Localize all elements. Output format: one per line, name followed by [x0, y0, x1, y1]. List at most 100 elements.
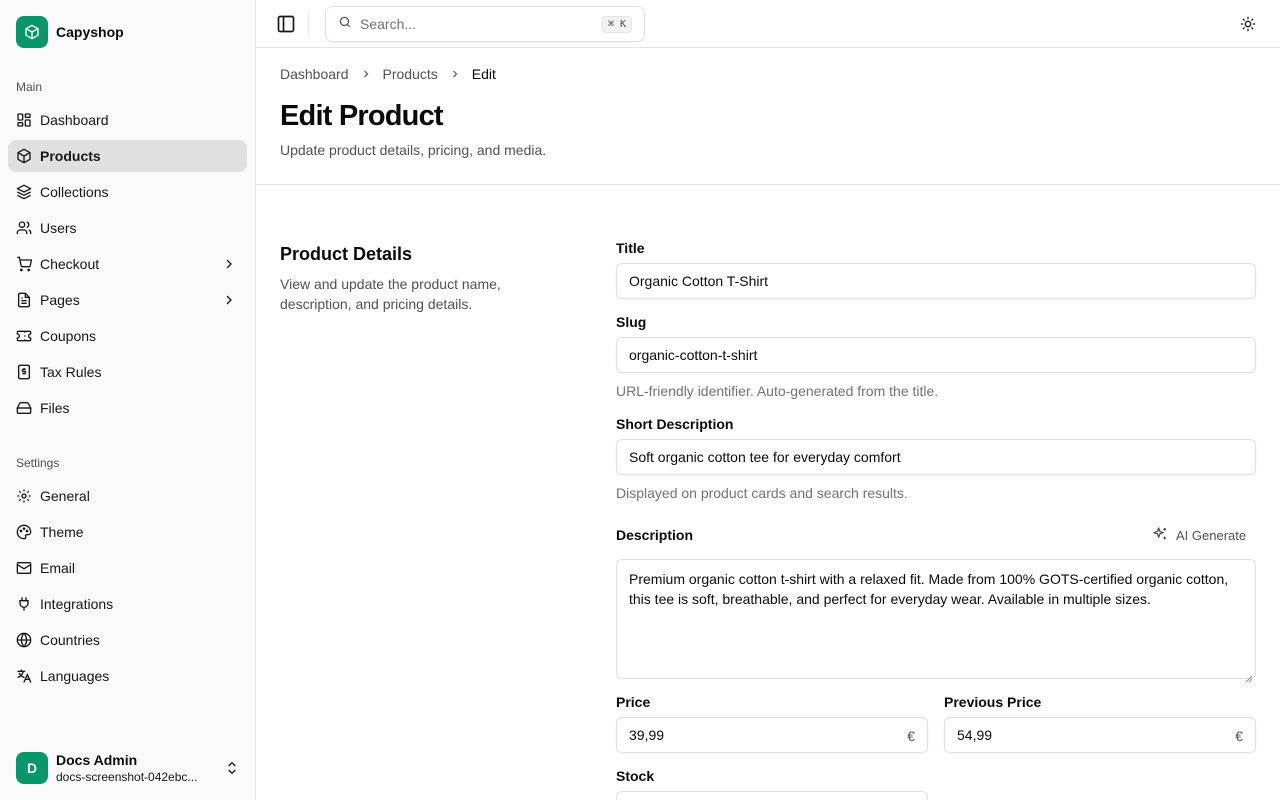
- gear-icon: [16, 488, 32, 504]
- sidebar-item-tax-rules[interactable]: Tax Rules: [8, 356, 247, 388]
- file-icon: [16, 292, 32, 308]
- search-input[interactable]: Search... ⌘ K: [325, 6, 645, 42]
- sidebar-item-label: General: [40, 488, 90, 504]
- chevrons-up-down-icon: [224, 760, 240, 776]
- sidebar-item-label: Languages: [40, 668, 110, 684]
- sidebar-item-files[interactable]: Files: [8, 392, 247, 424]
- sidebar-item-label: Files: [40, 400, 70, 416]
- main-nav: Dashboard Products Collections Users Che…: [8, 104, 247, 428]
- search-shortcut: ⌘ K: [601, 15, 632, 33]
- brand[interactable]: Capyshop: [16, 16, 124, 48]
- sidebar: Capyshop Main Dashboard Products Collect…: [0, 0, 256, 800]
- sidebar-item-label: Coupons: [40, 328, 97, 344]
- chevron-right-icon: [448, 67, 462, 81]
- price-value: 39,99: [629, 727, 665, 743]
- slug-label: Slug: [616, 314, 647, 330]
- receipt-icon: [16, 364, 32, 380]
- user-menu[interactable]: D Docs Admin docs-screenshot-042ebc...: [16, 752, 240, 784]
- languages-icon: [16, 668, 32, 684]
- users-icon: [16, 220, 32, 236]
- mail-icon: [16, 560, 32, 576]
- chevron-right-icon[interactable]: [221, 292, 237, 308]
- sidebar-item-general[interactable]: General: [8, 480, 247, 512]
- sidebar-item-label: Integrations: [40, 596, 114, 612]
- sidebar-item-label: Users: [40, 220, 77, 236]
- sidebar-item-label: Collections: [40, 184, 109, 200]
- hard-drive-icon: [16, 400, 32, 416]
- topbar: Search... ⌘ K: [256, 0, 1280, 48]
- slug-field[interactable]: organic-cotton-t-shirt: [616, 337, 1256, 373]
- chevron-right-icon: [359, 67, 373, 81]
- sidebar-item-label: Products: [40, 148, 101, 164]
- settings-nav: General Theme Email Integrations Countri…: [8, 480, 247, 696]
- breadcrumb-current: Edit: [471, 66, 496, 82]
- section-title: Product Details: [280, 244, 413, 264]
- sidebar-item-users[interactable]: Users: [8, 212, 247, 244]
- search-icon: [338, 15, 352, 34]
- slug-help: URL-friendly identifier. Auto-generated …: [616, 383, 939, 399]
- sidebar-item-label: Email: [40, 560, 76, 576]
- sidebar-item-collections[interactable]: Collections: [8, 176, 247, 208]
- sidebar-item-languages[interactable]: Languages: [8, 660, 247, 692]
- resize-handle-icon[interactable]: [1245, 668, 1253, 683]
- price-field[interactable]: 39,99 €: [616, 717, 928, 753]
- previous-price-field[interactable]: 54,99 €: [944, 717, 1256, 753]
- divider: [308, 12, 309, 36]
- title-value: Organic Cotton T-Shirt: [629, 273, 769, 289]
- short-description-label: Short Description: [616, 416, 734, 432]
- sun-icon[interactable]: [1240, 16, 1256, 32]
- price-label: Price: [616, 694, 651, 710]
- chevron-right-icon[interactable]: [221, 256, 237, 272]
- sidebar-toggle-icon[interactable]: [276, 14, 296, 34]
- sidebar-item-label: Dashboard: [40, 112, 109, 128]
- sidebar-item-email[interactable]: Email: [8, 552, 247, 584]
- section-description: View and update the product name, descri…: [280, 276, 501, 312]
- sparkles-icon: [1152, 526, 1168, 545]
- short-description-value: Soft organic cotton tee for everyday com…: [629, 449, 901, 465]
- main-group-label: Main: [16, 80, 43, 94]
- sidebar-item-coupons[interactable]: Coupons: [8, 320, 247, 352]
- page-subtitle: Update product details, pricing, and med…: [280, 142, 547, 158]
- sidebar-item-products[interactable]: Products: [8, 140, 247, 172]
- short-description-help: Displayed on product cards and search re…: [616, 485, 908, 501]
- ticket-icon: [16, 328, 32, 344]
- stock-field[interactable]: [616, 791, 928, 800]
- breadcrumb-products[interactable]: Products: [383, 66, 438, 82]
- breadcrumb: Dashboard Products Edit: [280, 66, 496, 82]
- palette-icon: [16, 524, 32, 540]
- user-email: docs-screenshot-042ebc...: [56, 769, 198, 784]
- brand-logo-icon: [16, 16, 48, 48]
- slug-value: organic-cotton-t-shirt: [629, 347, 758, 363]
- settings-group-label: Settings: [16, 456, 60, 470]
- box-icon: [16, 148, 32, 164]
- sidebar-item-dashboard[interactable]: Dashboard: [8, 104, 247, 136]
- title-label: Title: [616, 240, 645, 256]
- title-field[interactable]: Organic Cotton T-Shirt: [616, 263, 1256, 299]
- sidebar-item-integrations[interactable]: Integrations: [8, 588, 247, 620]
- plug-icon: [16, 596, 32, 612]
- sidebar-item-checkout[interactable]: Checkout: [8, 248, 247, 280]
- user-info: Docs Admin docs-screenshot-042ebc...: [56, 752, 216, 785]
- search-placeholder: Search...: [360, 16, 417, 32]
- previous-price-label: Previous Price: [944, 694, 1042, 710]
- sidebar-item-countries[interactable]: Countries: [8, 624, 247, 656]
- user-name: Docs Admin: [56, 751, 138, 768]
- ai-generate-button[interactable]: AI Generate: [1144, 522, 1256, 548]
- sidebar-item-label: Tax Rules: [40, 364, 102, 380]
- description-textarea[interactable]: Premium organic cotton t-shirt with a re…: [616, 559, 1256, 683]
- breadcrumb-dashboard[interactable]: Dashboard: [280, 66, 349, 82]
- sidebar-item-label: Theme: [40, 524, 84, 540]
- divider: [256, 184, 1280, 185]
- layers-icon: [16, 184, 32, 200]
- short-description-field[interactable]: Soft organic cotton tee for everyday com…: [616, 439, 1256, 475]
- ai-generate-label: AI Generate: [1176, 527, 1247, 543]
- sidebar-item-theme[interactable]: Theme: [8, 516, 247, 548]
- dashboard-icon: [16, 112, 32, 128]
- price-currency: €: [907, 728, 915, 744]
- avatar: D: [16, 752, 48, 784]
- page-title: Edit Product: [280, 100, 444, 132]
- sidebar-item-pages[interactable]: Pages: [8, 284, 247, 316]
- description-value: Premium organic cotton t-shirt with a re…: [629, 571, 1229, 607]
- previous-price-value: 54,99: [957, 727, 993, 743]
- stock-label: Stock: [616, 768, 655, 784]
